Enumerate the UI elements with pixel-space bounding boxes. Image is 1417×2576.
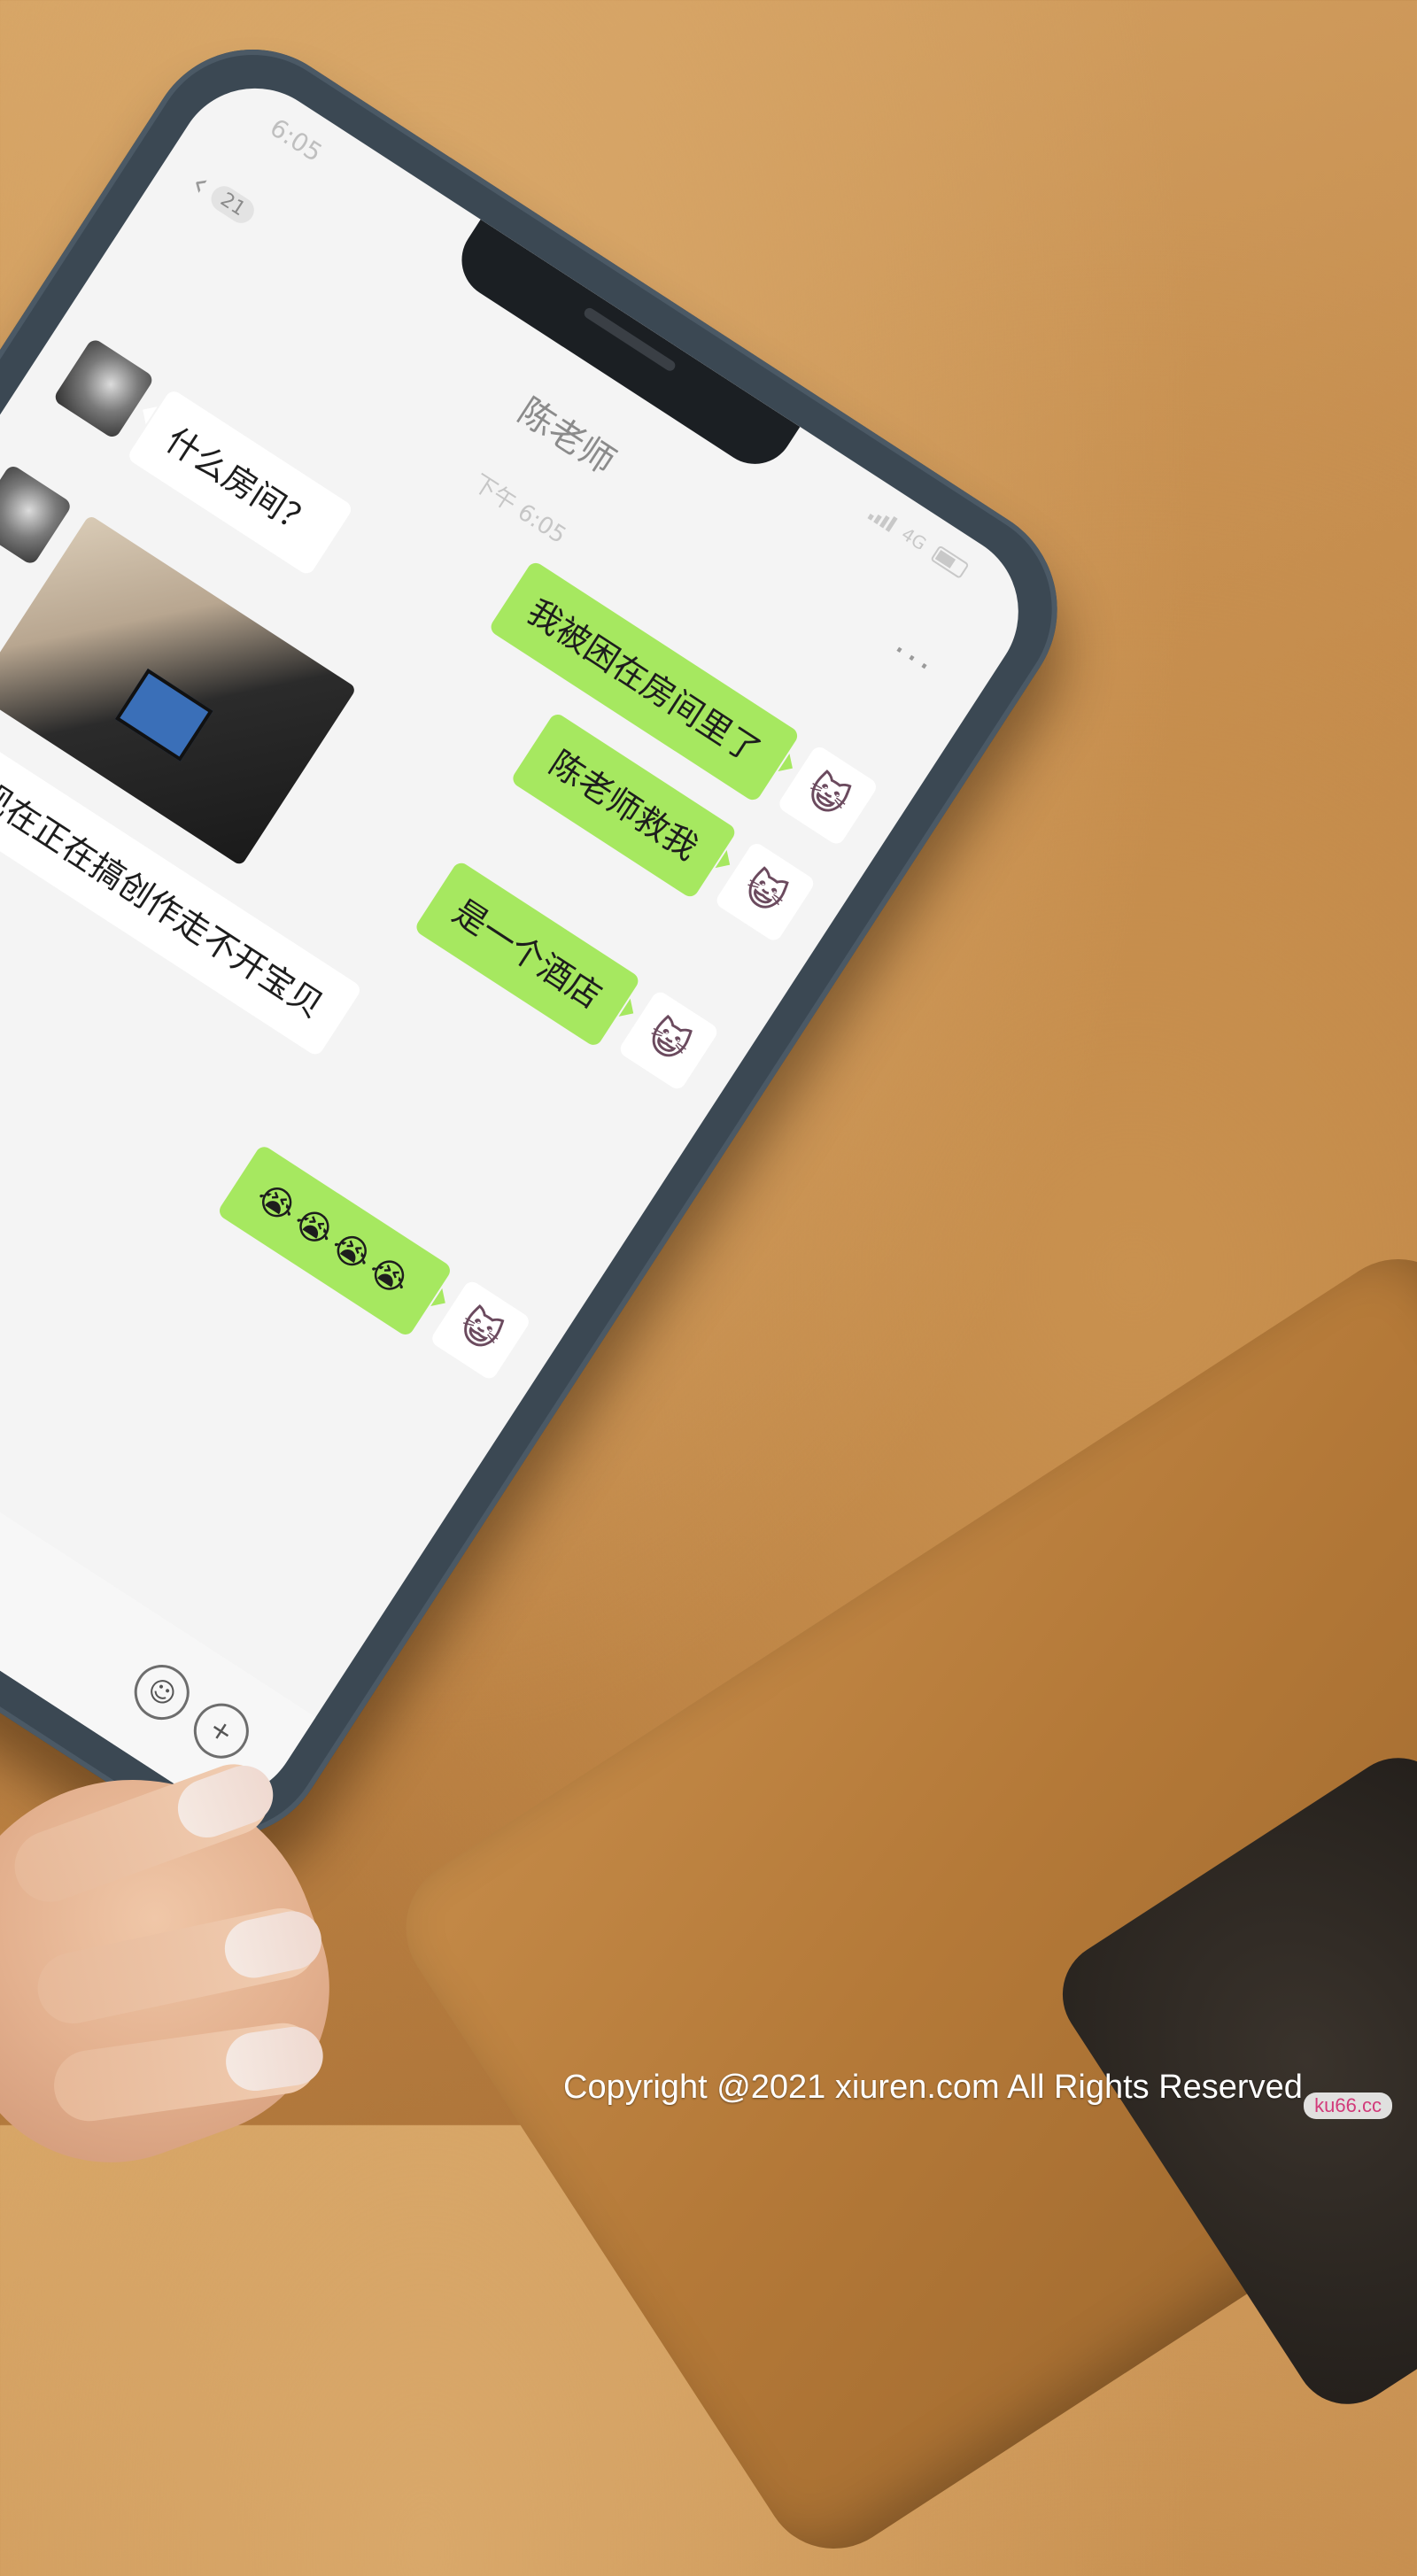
earpiece-speaker	[582, 306, 678, 374]
message-bubble[interactable]: 什么房间？	[126, 388, 354, 577]
message-bubble[interactable]: 😭😭😭😭	[216, 1143, 453, 1338]
emoji-icon[interactable]: ☺	[123, 1654, 200, 1730]
message-bubble[interactable]: 是一个酒店	[413, 859, 642, 1048]
contact-avatar[interactable]	[51, 337, 156, 440]
status-time: 6:05	[264, 112, 328, 168]
site-badge: ku66.cc	[1304, 2093, 1392, 2119]
network-type: 4G	[897, 522, 931, 555]
camera-lcd-image	[114, 668, 213, 762]
status-icons: 4G	[866, 502, 971, 580]
contact-avatar[interactable]	[0, 463, 74, 567]
message-row: 😺 😭😭😭😭	[200, 1133, 532, 1389]
battery-icon	[930, 545, 970, 579]
copyright-watermark: Copyright @2021 xiuren.com All Rights Re…	[563, 2069, 1303, 2106]
fingernail	[221, 2023, 327, 2095]
signal-icon	[867, 505, 898, 532]
plus-icon[interactable]: +	[182, 1692, 259, 1769]
chat-screen: 6:05 4G ‹ 21 陈老师 ··· 下午 6:05 😺 我被困在房间里了 …	[0, 58, 1049, 1830]
input-bar: ◉ ☺ +	[0, 1187, 316, 1830]
